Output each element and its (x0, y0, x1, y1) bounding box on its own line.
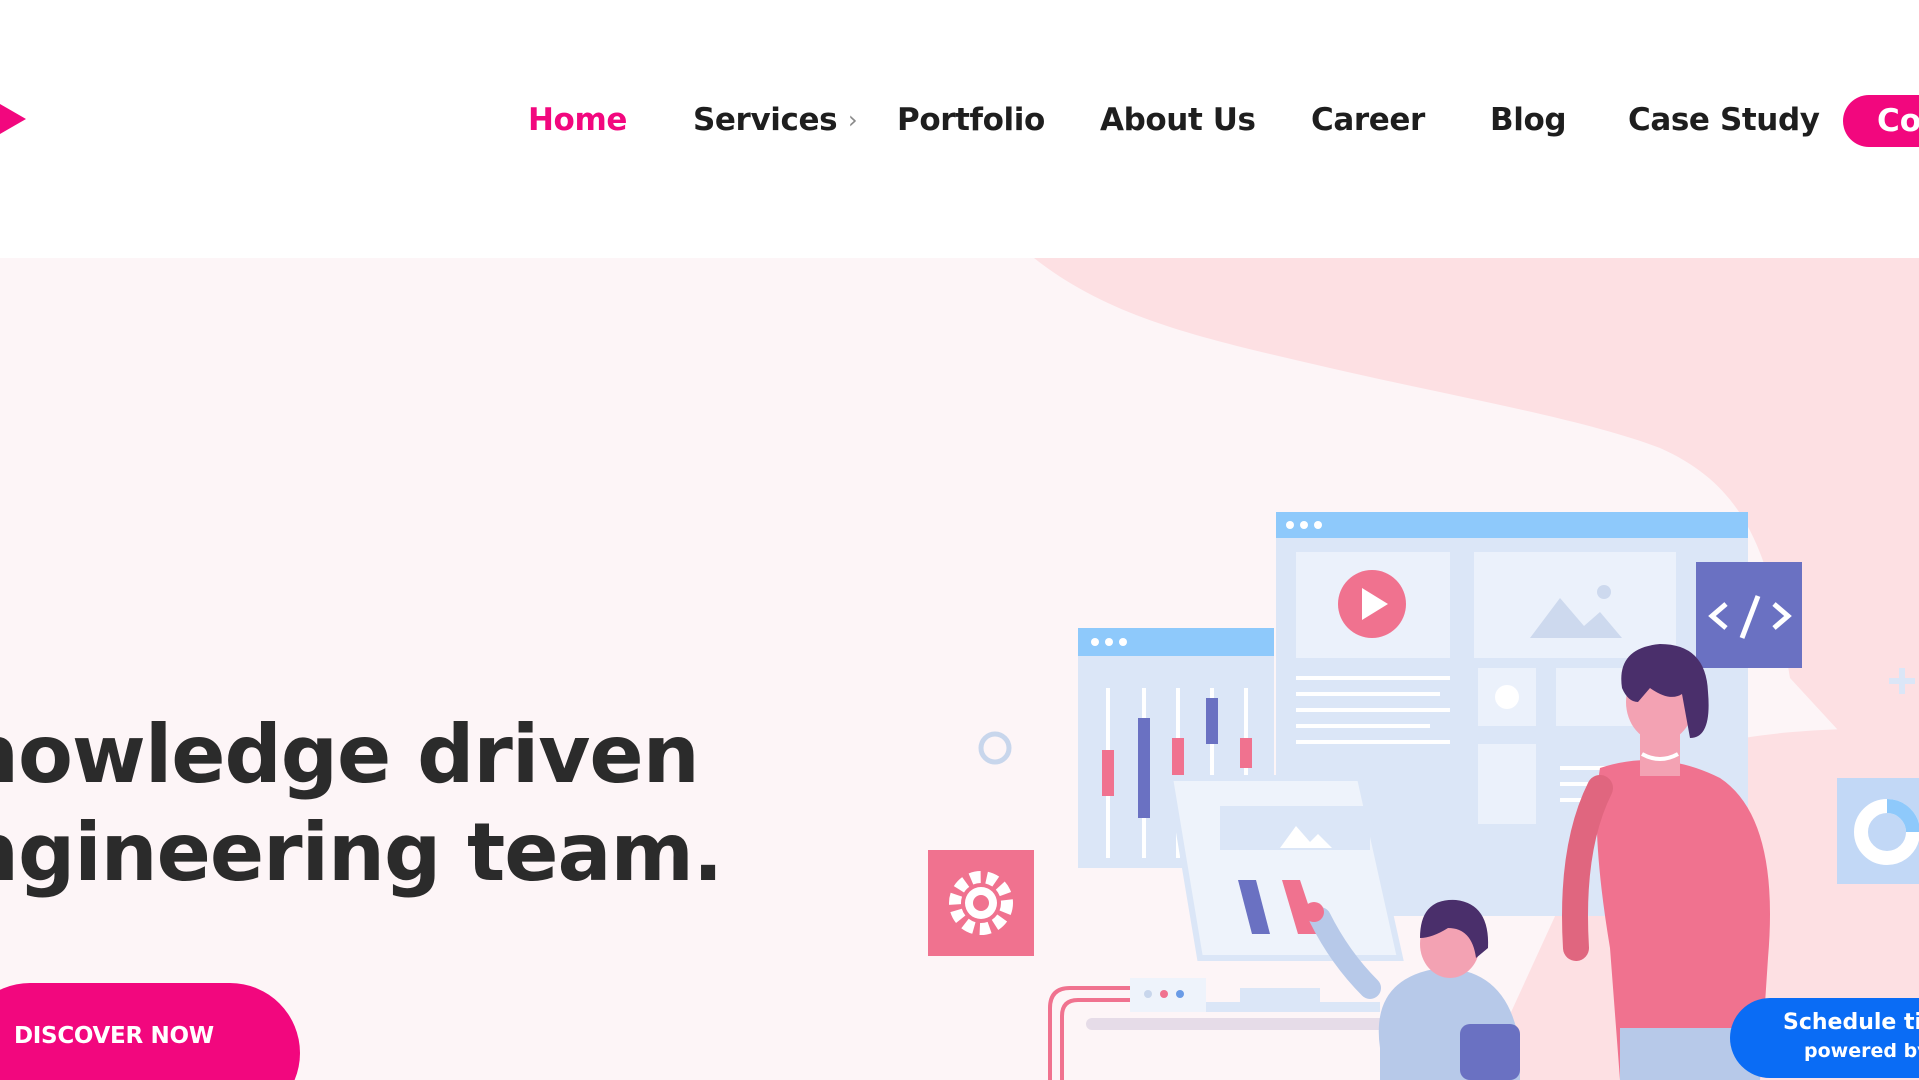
nav-case-study[interactable]: Case Study (1628, 98, 1820, 142)
hero-headline-line-1: nowledge driven (0, 708, 700, 801)
schedule-widget-title: Schedule tir (1783, 1010, 1919, 1035)
hero-headline-line-2: ngineering team. (0, 806, 723, 899)
nav-services[interactable]: Services (693, 98, 838, 142)
schedule-time-widget-button[interactable]: Schedule tir powered by (1730, 998, 1919, 1078)
brand-logo-icon[interactable] (0, 96, 26, 142)
code-icon (1696, 562, 1802, 668)
nav-portfolio[interactable]: Portfolio (897, 98, 1045, 142)
services-chevron-icon[interactable]: › (848, 98, 858, 142)
nav-career[interactable]: Career (1311, 98, 1425, 142)
hero-illustration (928, 512, 1919, 1080)
site-header: Home Services › Portfolio About Us Caree… (0, 0, 1919, 258)
donut-chart-icon (1837, 778, 1919, 884)
nav-blog[interactable]: Blog (1490, 98, 1567, 142)
hero-headline: nowledge driven ngineering team. (0, 706, 723, 902)
hero-section: nowledge driven ngineering team. DISCOVE… (0, 258, 1919, 1080)
nav-about-us[interactable]: About Us (1100, 98, 1256, 142)
discover-now-button[interactable]: DISCOVER NOW (0, 983, 300, 1080)
ring-decoration (978, 731, 1012, 765)
contact-cta-button[interactable]: Co (1843, 95, 1919, 147)
schedule-widget-subtitle: powered by (1804, 1040, 1919, 1062)
seated-person (1304, 899, 1520, 1080)
plus-icon (1889, 668, 1915, 694)
nav-home[interactable]: Home (528, 98, 627, 142)
gear-icon (928, 850, 1034, 956)
